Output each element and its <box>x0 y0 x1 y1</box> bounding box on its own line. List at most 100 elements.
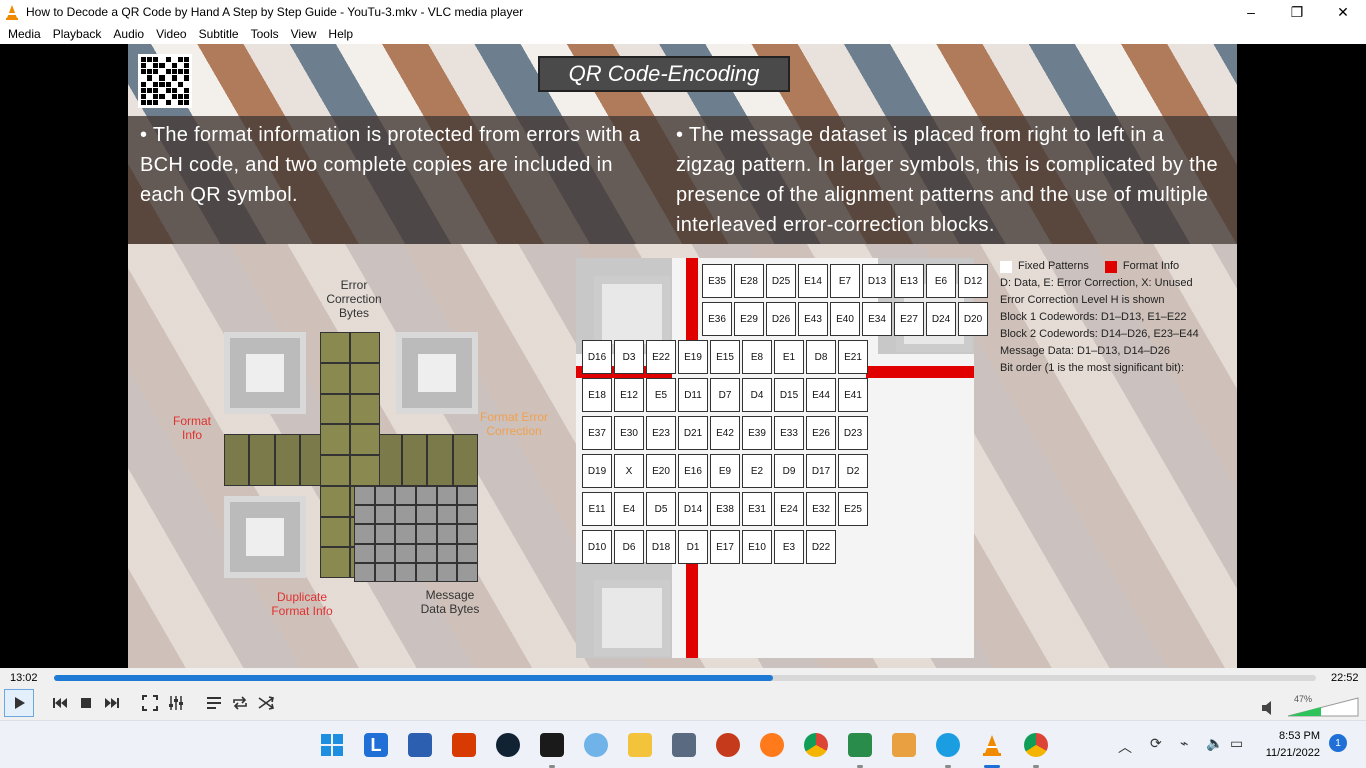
codeword-label: D25 <box>766 264 796 298</box>
skip-previous-icon <box>53 698 67 708</box>
vlc-taskbar-icon[interactable] <box>980 733 1004 757</box>
terminal-icon[interactable] <box>540 733 564 757</box>
codeword-label: E44 <box>806 378 836 412</box>
legend-line: Bit order (1 is the most significant bit… <box>1000 362 1185 374</box>
notification-badge[interactable]: 1 <box>1329 734 1347 752</box>
clock-date[interactable]: 11/21/2022 <box>1254 747 1320 759</box>
codeword-label: D10 <box>582 530 612 564</box>
codeword-label: D12 <box>958 264 988 298</box>
message-data-grid <box>354 486 478 582</box>
spreadsheet-icon[interactable] <box>848 733 872 757</box>
file-explorer-icon[interactable] <box>628 733 652 757</box>
equalizer-icon <box>169 696 183 710</box>
codeword-label: E19 <box>678 340 708 374</box>
codeword-label: D21 <box>678 416 708 450</box>
video-frame[interactable]: QR Code-Encoding • The format informatio… <box>128 44 1237 668</box>
codeword-label: D15 <box>774 378 804 412</box>
play-button[interactable] <box>4 689 34 717</box>
codeword-label: E37 <box>582 416 612 450</box>
speaker-tray-icon[interactable]: 🔈 <box>1206 735 1223 752</box>
codeword-label: E15 <box>710 340 740 374</box>
codeword-label: D11 <box>678 378 708 412</box>
codeword-label: E26 <box>806 416 836 450</box>
codeword-label: E24 <box>774 492 804 526</box>
store-icon[interactable] <box>408 733 432 757</box>
edge-icon[interactable] <box>936 733 960 757</box>
firefox-icon[interactable] <box>760 733 784 757</box>
codeword-label: E11 <box>582 492 612 526</box>
menu-help[interactable]: Help <box>322 24 359 44</box>
finder-pattern-top-right <box>396 332 478 414</box>
sync-icon[interactable]: ⟳ <box>1150 735 1162 752</box>
bullet-dot: • <box>140 124 153 146</box>
codeword-label: E33 <box>774 416 804 450</box>
office-icon[interactable] <box>452 733 476 757</box>
menu-audio[interactable]: Audio <box>107 24 150 44</box>
codeword-label: E7 <box>830 264 860 298</box>
globe-app-icon[interactable] <box>584 733 608 757</box>
codeword-label: E43 <box>798 302 828 336</box>
codeword-label: D13 <box>862 264 892 298</box>
next-button[interactable] <box>100 691 124 715</box>
chrome-profile-icon[interactable] <box>1024 733 1048 757</box>
codeword-label: E39 <box>742 416 772 450</box>
codeword-label: E27 <box>894 302 924 336</box>
bullet-dot: • <box>676 124 689 146</box>
close-button[interactable]: ✕ <box>1320 0 1366 24</box>
clock-time[interactable]: 8:53 PM <box>1262 730 1320 742</box>
launcher-l-icon[interactable]: L <box>364 733 388 757</box>
codeword-label: E30 <box>614 416 644 450</box>
legend: Fixed Patterns Format Info D: Data, E: E… <box>1000 258 1232 377</box>
loop-button[interactable] <box>228 691 252 715</box>
tool-app-icon[interactable] <box>892 733 916 757</box>
finder-pattern-bottom-left <box>224 496 306 578</box>
chevron-up-icon[interactable]: ︿ <box>1118 737 1132 757</box>
codeword-label: E36 <box>702 302 732 336</box>
codeword-label: D18 <box>646 530 676 564</box>
menu-view[interactable]: View <box>285 24 323 44</box>
menu-playback[interactable]: Playback <box>47 24 108 44</box>
network-icon[interactable]: ⌁ <box>1180 735 1188 752</box>
stop-icon <box>81 698 91 708</box>
window-title: How to Decode a QR Code by Hand A Step b… <box>26 5 524 19</box>
play-icon <box>15 697 25 709</box>
codeword-label: E40 <box>830 302 860 336</box>
menu-media[interactable]: Media <box>2 24 47 44</box>
codeword-label: D20 <box>958 302 988 336</box>
battery-icon[interactable]: ▭ <box>1230 735 1243 752</box>
codeword-label: E41 <box>838 378 868 412</box>
slide-qr-icon <box>138 54 192 108</box>
video-area[interactable]: QR Code-Encoding • The format informatio… <box>0 44 1366 668</box>
menu-video[interactable]: Video <box>150 24 192 44</box>
fullscreen-button[interactable] <box>138 691 162 715</box>
windows-start-icon[interactable] <box>320 733 344 757</box>
shuffle-button[interactable] <box>254 691 278 715</box>
playlist-button[interactable] <box>202 691 226 715</box>
codeword-label: E10 <box>742 530 772 564</box>
previous-button[interactable] <box>48 691 72 715</box>
codeword-label: D22 <box>806 530 836 564</box>
menu-subtitle[interactable]: Subtitle <box>193 24 245 44</box>
seek-bar[interactable] <box>54 675 1316 681</box>
menu-tools[interactable]: Tools <box>245 24 285 44</box>
codeword-label: E32 <box>806 492 836 526</box>
codeword-label: D26 <box>766 302 796 336</box>
playlist-icon <box>207 697 221 709</box>
codeword-label: E3 <box>774 530 804 564</box>
fire-app-icon[interactable] <box>716 733 740 757</box>
seek-progress <box>54 675 774 681</box>
taskbar: L ︿ ⟳ ⌁ 🔈 ▭ 8:53 PM 11/21/2022 <box>0 720 1366 768</box>
minimize-button[interactable]: – <box>1228 0 1274 24</box>
codeword-label: E42 <box>710 416 740 450</box>
stop-button[interactable] <box>74 691 98 715</box>
webex-icon[interactable] <box>496 733 520 757</box>
codeword-label: D8 <box>806 340 836 374</box>
slide-bullet-right: • The message dataset is placed from rig… <box>676 124 1218 236</box>
vlc-cone-icon <box>4 4 20 20</box>
chrome-icon[interactable] <box>804 733 828 757</box>
codeword-label: E29 <box>734 302 764 336</box>
maximize-button[interactable]: ❐ <box>1274 0 1320 24</box>
qr-finder-bottom-left <box>576 562 672 658</box>
extended-settings-button[interactable] <box>164 691 188 715</box>
calculator-icon[interactable] <box>672 733 696 757</box>
